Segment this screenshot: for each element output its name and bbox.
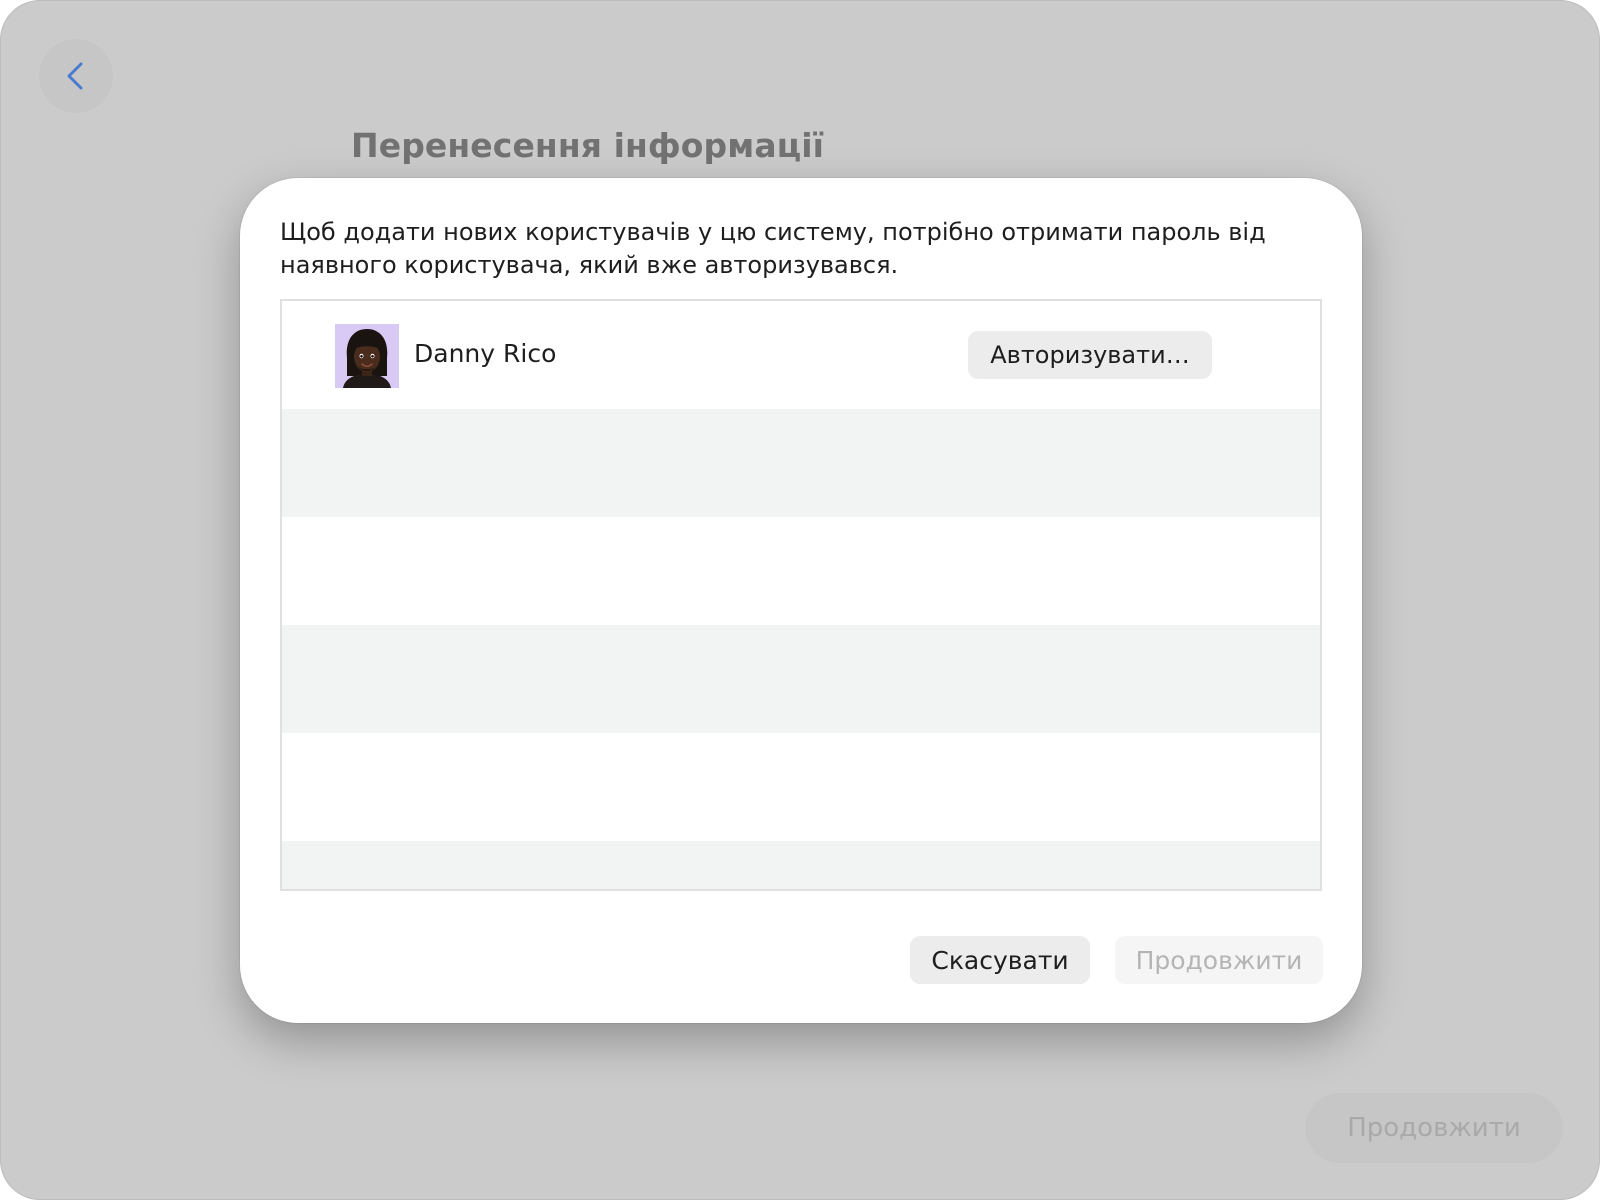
user-list: Danny Rico Авторизувати… xyxy=(280,299,1322,891)
setup-window: Перенесення інформації Продовжити Щоб до… xyxy=(0,0,1600,1200)
back-button[interactable] xyxy=(39,39,113,113)
dialog-message: Щоб додати нових користувачів у цю систе… xyxy=(280,218,1266,279)
list-item-empty xyxy=(282,625,1320,733)
authorize-dialog: Щоб додати нових користувачів у цю систе… xyxy=(240,178,1362,1023)
list-item-empty xyxy=(282,841,1320,889)
continue-button[interactable]: Продовжити xyxy=(1115,936,1323,984)
list-item: Danny Rico Авторизувати… xyxy=(282,301,1320,409)
page-title: Перенесення інформації xyxy=(351,126,825,165)
background-continue-button[interactable]: Продовжити xyxy=(1305,1093,1563,1163)
list-item-empty xyxy=(282,517,1320,625)
chevron-left-icon xyxy=(67,62,83,90)
list-item-empty xyxy=(282,733,1320,841)
authorize-button[interactable]: Авторизувати… xyxy=(968,331,1212,379)
avatar xyxy=(335,324,399,388)
cancel-button[interactable]: Скасувати xyxy=(910,936,1090,984)
user-name: Danny Rico xyxy=(414,339,557,368)
list-item-empty xyxy=(282,409,1320,517)
